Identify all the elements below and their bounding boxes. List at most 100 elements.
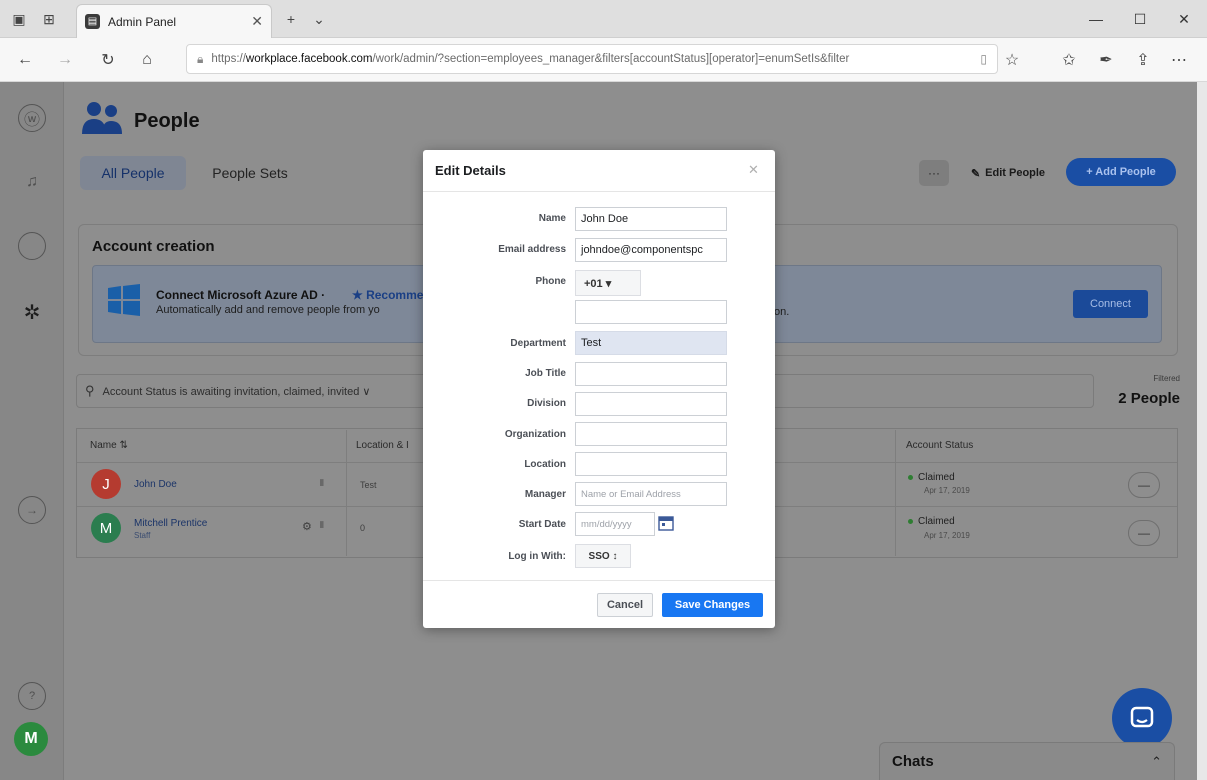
workplace-logo-icon[interactable]: ⓦ: [18, 104, 46, 132]
column-header-name[interactable]: Name ⇅: [90, 430, 128, 460]
status-badge: Claimed: [908, 516, 955, 527]
add-people-button[interactable]: + Add People: [1066, 158, 1176, 186]
location-label: Location: [524, 459, 566, 470]
login-method-select[interactable]: SSO ↕: [575, 544, 631, 568]
phone-label: Phone: [535, 276, 566, 287]
org-chart-icon[interactable]: ⫴: [320, 478, 324, 489]
chats-label: Chats: [892, 753, 934, 770]
admin-tools-icon[interactable]: ✲: [18, 298, 46, 326]
cancel-button[interactable]: Cancel: [597, 593, 653, 617]
modal-footer-divider: [423, 580, 775, 581]
account-creation-title: Account creation: [92, 238, 215, 255]
browser-tab[interactable]: ▤ Admin Panel ✕: [76, 4, 272, 38]
page-scrollbar[interactable]: [1197, 82, 1207, 780]
person-name[interactable]: John Doe: [134, 479, 177, 490]
department-label: Department: [510, 338, 566, 349]
calendar-icon[interactable]: [658, 515, 674, 531]
tab-people-sets[interactable]: People Sets: [195, 156, 305, 190]
windows-logo-icon: [108, 284, 140, 316]
modal-title: Edit Details: [435, 163, 506, 178]
chat-bubble-icon[interactable]: [18, 232, 46, 260]
phone-field[interactable]: [575, 300, 727, 324]
status-badge: Claimed: [908, 472, 955, 483]
column-header-account-status[interactable]: Account Status: [906, 430, 973, 460]
save-changes-button[interactable]: Save Changes: [662, 593, 763, 617]
manager-field[interactable]: Name or Email Address: [575, 482, 727, 506]
pen-icon[interactable]: ✒︎: [1093, 47, 1119, 73]
division-field[interactable]: [575, 392, 727, 416]
new-tab-icon[interactable]: +: [278, 6, 304, 32]
chat-icon: [1130, 706, 1154, 728]
azure-description-tail: on.: [774, 306, 790, 318]
chevron-up-icon[interactable]: ⌃: [1151, 754, 1162, 770]
job-title-label: Job Title: [525, 368, 566, 379]
job-title-field[interactable]: [575, 362, 727, 386]
settings-more-icon[interactable]: ⋯: [1166, 47, 1192, 73]
share-icon[interactable]: ⇪: [1130, 47, 1156, 73]
status-date: Apr 17, 2019: [924, 531, 970, 540]
division-label: Division: [527, 398, 566, 409]
location-cell: 0: [360, 523, 366, 533]
department-field[interactable]: Test: [575, 331, 727, 355]
start-date-label: Start Date: [518, 519, 566, 530]
admin-favicon-icon: ▤: [85, 14, 100, 29]
location-cell: Test: [360, 480, 377, 490]
status-date: Apr 17, 2019: [924, 486, 970, 495]
favorites-icon[interactable]: ✩: [1056, 47, 1082, 73]
close-window-icon[interactable]: ✕: [1161, 0, 1207, 38]
page-title: People: [134, 110, 200, 132]
tab-all-people[interactable]: All People: [80, 156, 186, 190]
row-actions-button[interactable]: —: [1128, 472, 1160, 498]
chat-launcher-button[interactable]: [1112, 688, 1172, 748]
recommended-badge: ★ Recomme: [352, 288, 424, 302]
avatar: J: [91, 469, 121, 499]
people-count: 2 People: [1118, 390, 1180, 407]
location-field[interactable]: [575, 452, 727, 476]
tab-collections-icon[interactable]: ⊞: [36, 6, 62, 32]
filter-query: Account Status is awaiting invitation, c…: [102, 385, 371, 398]
edit-people-label: Edit People: [985, 167, 1046, 179]
url-field[interactable]: 🔒︎ https://workplace.facebook.com/work/a…: [186, 44, 998, 74]
help-icon[interactable]: ?: [18, 682, 46, 710]
my-avatar[interactable]: M: [14, 722, 48, 756]
people-icon: [82, 102, 122, 134]
minimize-icon[interactable]: —: [1073, 0, 1119, 38]
row-actions-button[interactable]: —: [1128, 520, 1160, 546]
settings-gear-icon[interactable]: ⚙: [302, 520, 312, 533]
maximize-icon[interactable]: ☐: [1117, 0, 1163, 38]
back-icon[interactable]: ←: [12, 47, 38, 73]
column-header-location[interactable]: Location & I: [356, 430, 409, 460]
email-label: Email address: [498, 244, 566, 255]
tab-actions-icon[interactable]: ▣: [6, 6, 32, 32]
pencil-icon: ✎: [970, 167, 981, 180]
org-chart-icon[interactable]: ⫴: [320, 520, 324, 531]
forward-icon[interactable]: →: [52, 47, 78, 73]
notifications-bell-icon[interactable]: ♫: [18, 168, 46, 196]
more-options-button[interactable]: ···: [919, 160, 949, 186]
url-text: https://workplace.facebook.com/work/admi…: [211, 53, 850, 65]
organization-label: Organization: [504, 429, 566, 440]
lock-icon: 🔒︎: [197, 51, 204, 66]
login-label: Log in With:: [508, 551, 566, 562]
edit-people-button[interactable]: ✎ Edit People: [958, 160, 1058, 186]
person-name[interactable]: Mitchell Prentice: [134, 518, 207, 529]
email-field[interactable]: johndoe@componentspc: [575, 238, 727, 262]
avatar: M: [91, 513, 121, 543]
favorite-star-icon[interactable]: ☆: [999, 47, 1025, 73]
azure-description: Automatically add and remove people from…: [156, 304, 380, 316]
close-tab-icon[interactable]: ✕: [251, 13, 263, 30]
refresh-icon[interactable]: ↻: [95, 47, 121, 73]
filtered-label: Filtered: [1153, 374, 1180, 383]
close-icon[interactable]: ✕: [748, 162, 759, 178]
home-icon[interactable]: ⌂: [134, 47, 160, 73]
connect-button[interactable]: Connect: [1073, 290, 1148, 318]
tab-dropdown-icon[interactable]: ⌄: [306, 6, 332, 32]
country-code-select[interactable]: +01 ▾: [575, 270, 641, 296]
reader-view-icon[interactable]: ▯: [980, 52, 987, 66]
sign-in-arrow-icon[interactable]: →: [18, 496, 46, 524]
chats-panel-header[interactable]: Chats ⌃: [879, 742, 1175, 780]
search-icon: ⚲: [85, 383, 95, 398]
name-field[interactable]: John Doe: [575, 207, 727, 231]
organization-field[interactable]: [575, 422, 727, 446]
start-date-field[interactable]: mm/dd/yyyy: [575, 512, 655, 536]
